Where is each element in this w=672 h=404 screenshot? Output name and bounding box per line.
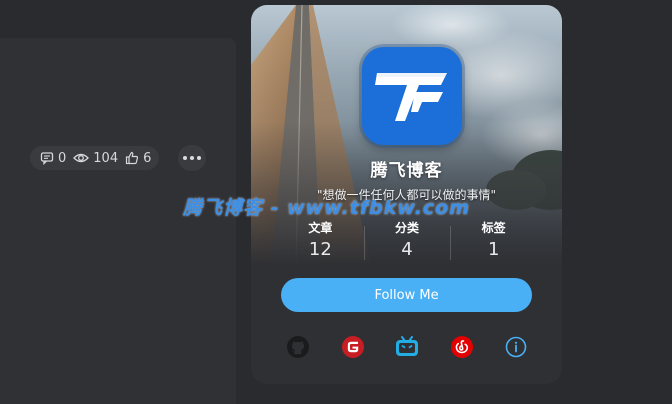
more-dot <box>190 156 194 160</box>
info-icon <box>505 336 527 358</box>
more-options-button[interactable] <box>178 145 206 171</box>
stat-categories[interactable]: 分类 4 <box>363 218 451 262</box>
stat-articles[interactable]: 文章 12 <box>277 218 364 262</box>
article-panel <box>0 38 236 404</box>
social-link-netease-music[interactable] <box>449 334 475 360</box>
eye-icon <box>73 153 90 163</box>
site-name: 腾飞博客 <box>370 161 443 181</box>
follow-me-button[interactable]: Follow Me <box>281 278 532 312</box>
post-meta-bar: 0 104 6 <box>30 146 160 170</box>
thumbs-up-icon <box>126 151 139 165</box>
social-link-info[interactable] <box>503 334 529 360</box>
comment-icon <box>40 152 54 165</box>
social-link-bilibili[interactable] <box>394 334 420 360</box>
stat-tags[interactable]: 标签 1 <box>450 218 537 262</box>
more-dot <box>183 156 187 160</box>
gitee-icon <box>341 336 364 358</box>
github-icon <box>287 336 309 358</box>
stat-value: 1 <box>487 239 500 260</box>
comment-count[interactable]: 0 <box>40 151 66 166</box>
social-link-github[interactable] <box>285 334 311 360</box>
more-dot <box>197 156 201 160</box>
comment-count-value: 0 <box>58 150 67 166</box>
stats-row: 文章 12 分类 4 标签 1 <box>277 218 537 262</box>
stat-value: 12 <box>308 239 332 260</box>
stat-label: 标签 <box>481 221 506 235</box>
like-count-value: 6 <box>143 150 152 166</box>
social-link-gitee[interactable] <box>340 334 366 360</box>
stat-label: 分类 <box>395 221 420 235</box>
social-links <box>285 334 529 360</box>
profile-card: 腾飞博客 "想做一件任何人都可以做的事情" 文章 12 分类 4 标签 1 Fo… <box>251 5 562 384</box>
tf-logo-icon <box>375 73 447 121</box>
stat-value: 4 <box>401 239 413 260</box>
view-count: 104 <box>73 151 118 166</box>
bilibili-icon <box>396 336 418 356</box>
site-motto: "想做一件任何人都可以做的事情" <box>316 188 497 202</box>
netease-music-icon <box>450 336 473 358</box>
view-count-value: 104 <box>93 150 119 166</box>
like-count[interactable]: 6 <box>125 151 151 166</box>
site-logo[interactable] <box>362 47 462 145</box>
stat-label: 文章 <box>308 221 333 235</box>
